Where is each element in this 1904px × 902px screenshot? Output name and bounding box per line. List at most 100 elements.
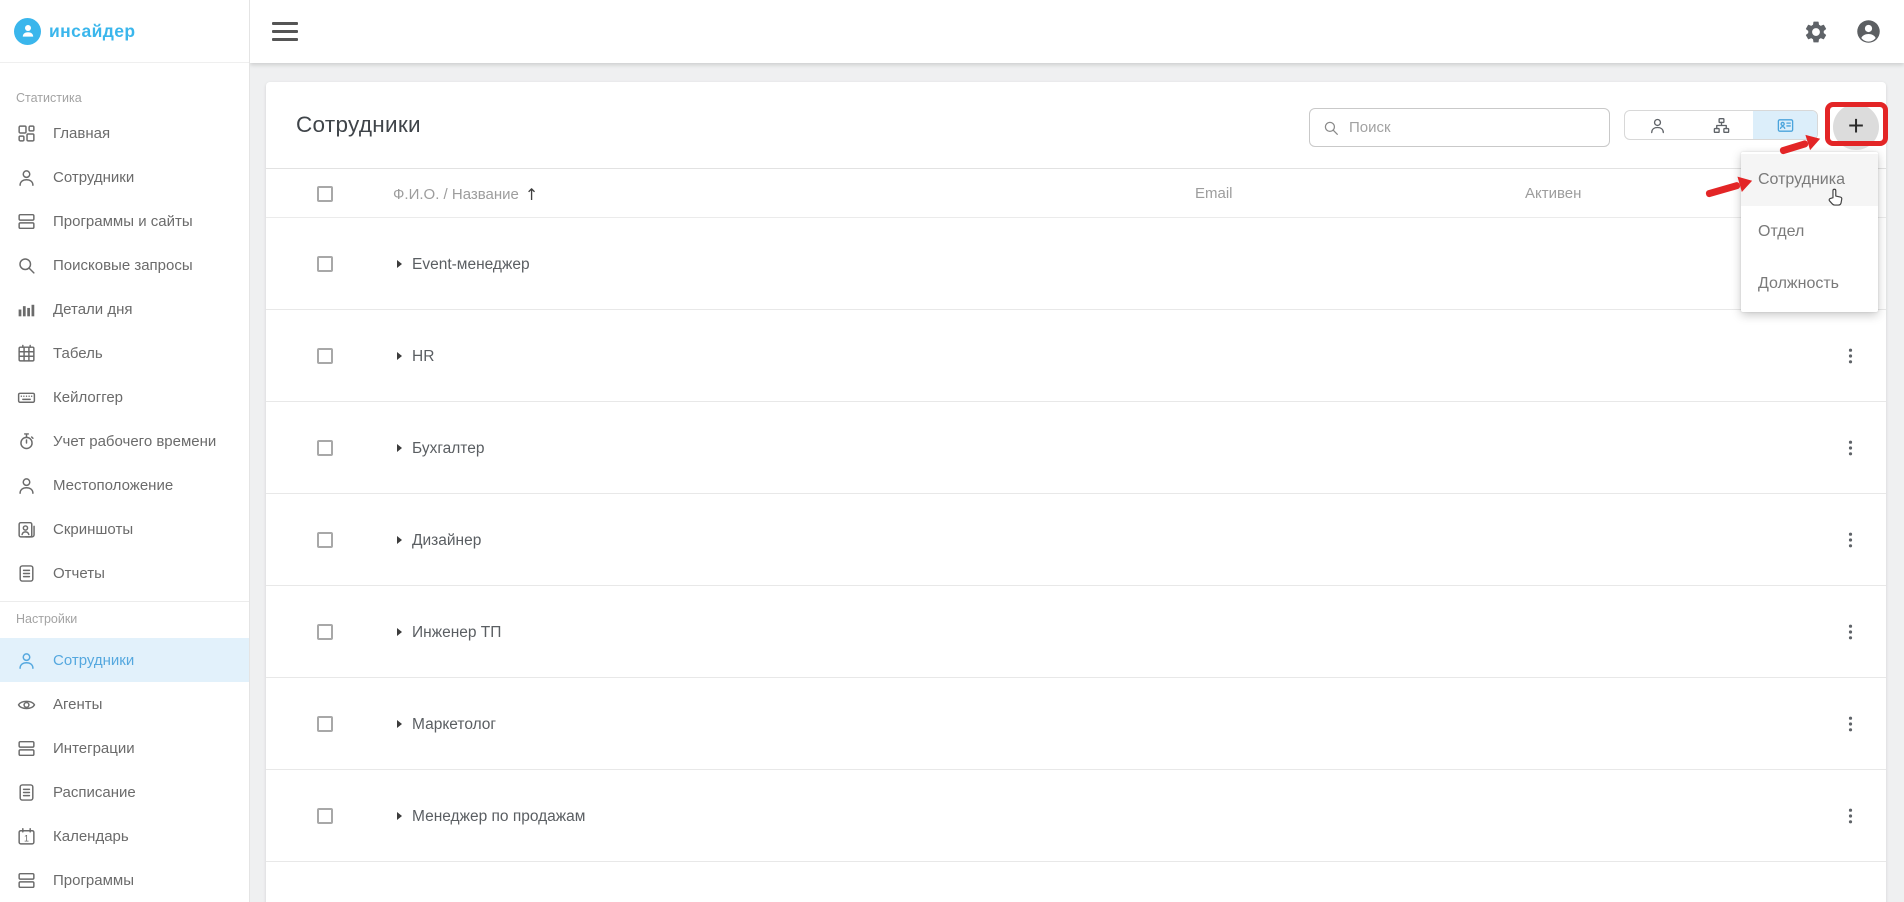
menu-item-department[interactable]: Отдел [1741,206,1878,258]
row-menu-button[interactable] [1837,711,1863,737]
row-menu-button[interactable] [1837,619,1863,645]
layers-icon [16,870,37,891]
bar-chart-icon [16,299,37,320]
card-header: Сотрудники + Сотрудника Отдел Должность [266,82,1888,312]
view-toggle-cards[interactable] [1753,111,1817,139]
row-menu-button[interactable] [1837,435,1863,461]
sidebar-item-label: Скриншоты [53,520,134,538]
table-header: Ф.И.О. / Название ↑ Email Активен [266,168,1886,218]
sidebar-item-agents[interactable]: Агенты [0,682,249,726]
table-row[interactable]: Event-менеджер [266,218,1886,310]
row-checkbox[interactable] [317,532,333,548]
layers-icon [16,211,37,232]
add-button[interactable]: + [1833,104,1879,150]
sidebar-item-home[interactable]: Главная [0,111,249,155]
table-row[interactable]: Менеджер по продажам [266,770,1886,862]
person-icon [16,167,37,188]
row-menu-button[interactable] [1837,343,1863,369]
row-checkbox[interactable] [317,440,333,456]
id-card-icon [1775,116,1796,135]
sidebar-item-calendar[interactable]: Календарь [0,814,249,858]
hand-cursor-icon [1828,188,1843,206]
column-header-name[interactable]: Ф.И.О. / Название ↑ [393,185,538,204]
add-dropdown-menu: Сотрудника Отдел Должность [1741,152,1878,312]
row-checkbox[interactable] [317,716,333,732]
table-row[interactable]: Бухгалтер [266,402,1886,494]
sidebar-item-label: Местоположение [53,476,174,494]
stopwatch-icon [16,431,37,452]
table-row[interactable]: Инженер ТП [266,586,1886,678]
topbar-actions [1803,18,1882,45]
person-icon [16,650,37,671]
person-icon [22,25,33,37]
sidebar-item-programs[interactable]: Программы [0,858,249,902]
view-toggle-list[interactable] [1625,111,1689,139]
sidebar-item-label: Отчеты [53,564,105,582]
select-all-checkbox[interactable] [317,186,333,202]
row-checkbox[interactable] [317,624,333,640]
expand-triangle-icon[interactable] [397,352,402,360]
expand-triangle-icon[interactable] [397,628,402,636]
search-box[interactable] [1309,108,1610,147]
sidebar-item-label: Агенты [53,695,103,713]
logo[interactable]: инсайдер [0,0,249,63]
sort-asc-icon: ↑ [524,185,539,204]
row-checkbox[interactable] [317,348,333,364]
sidebar-item-search-queries[interactable]: Поисковые запросы [0,243,249,287]
sidebar-item-keylogger[interactable]: Кейлоггер [0,375,249,419]
expand-triangle-icon[interactable] [397,444,402,452]
sidebar-nav: Статистика Главная Сотрудники Программы … [0,63,249,902]
sidebar-item-programs-sites[interactable]: Программы и сайты [0,199,249,243]
sidebar-item-label: Сотрудники [53,651,135,669]
column-header-email: Email [1195,185,1233,202]
sidebar-item-label: Учет рабочего времени [53,432,217,450]
dashboard-icon [16,123,37,144]
row-name: Дизайнер [412,532,482,549]
sidebar-item-employees-stats[interactable]: Сотрудники [0,155,249,199]
sidebar-item-reports[interactable]: Отчеты [0,551,249,595]
menu-item-position[interactable]: Должность [1741,258,1878,310]
kebab-icon [1840,622,1861,642]
table-row[interactable]: HR [266,310,1886,402]
sidebar-divider [0,601,249,602]
brand-logo-icon [14,17,41,45]
expand-triangle-icon[interactable] [397,812,402,820]
gear-icon[interactable] [1803,19,1829,45]
hamburger-menu-icon[interactable] [272,22,298,41]
search-input[interactable] [1349,119,1597,136]
sidebar-item-employees-settings[interactable]: Сотрудники [0,638,249,682]
row-name: Менеджер по продажам [412,808,586,825]
sidebar-item-location[interactable]: Местоположение [0,463,249,507]
row-name: Инженер ТП [412,624,502,641]
sidebar-item-schedule[interactable]: Расписание [0,770,249,814]
table-row[interactable]: Маркетолог [266,678,1886,770]
row-checkbox[interactable] [317,808,333,824]
table-row[interactable]: Дизайнер [266,494,1886,586]
page: { "brand": { "name": "инсайдер" }, "side… [0,0,1904,902]
layers-icon [16,738,37,759]
kebab-icon [1840,530,1861,550]
view-toggle-org-chart[interactable] [1689,111,1753,139]
sidebar-item-integrations[interactable]: Интеграции [0,726,249,770]
row-checkbox[interactable] [317,256,333,272]
expand-triangle-icon[interactable] [397,260,402,268]
row-menu-button[interactable] [1837,803,1863,829]
sidebar-item-timesheet[interactable]: Табель [0,331,249,375]
row-name: HR [412,348,435,365]
sidebar-item-label: Сотрудники [53,168,135,186]
expand-triangle-icon[interactable] [397,720,402,728]
table-body: Event-менеджер HR Бухгалтер Дизайнер Инж… [266,218,1886,862]
kebab-icon [1840,438,1861,458]
row-menu-button[interactable] [1837,527,1863,553]
account-icon[interactable] [1855,18,1882,45]
sidebar-item-work-time[interactable]: Учет рабочего времени [0,419,249,463]
menu-item-employee[interactable]: Сотрудника [1741,154,1878,206]
sidebar-item-label: Интеграции [53,739,135,757]
sidebar-item-label: Табель [53,344,103,362]
sidebar-item-screenshots[interactable]: Скриншоты [0,507,249,551]
eye-icon [16,694,37,715]
expand-triangle-icon[interactable] [397,536,402,544]
sidebar-item-day-details[interactable]: Детали дня [0,287,249,331]
report-icon [16,563,37,584]
sidebar-item-label: Программы и сайты [53,212,193,230]
